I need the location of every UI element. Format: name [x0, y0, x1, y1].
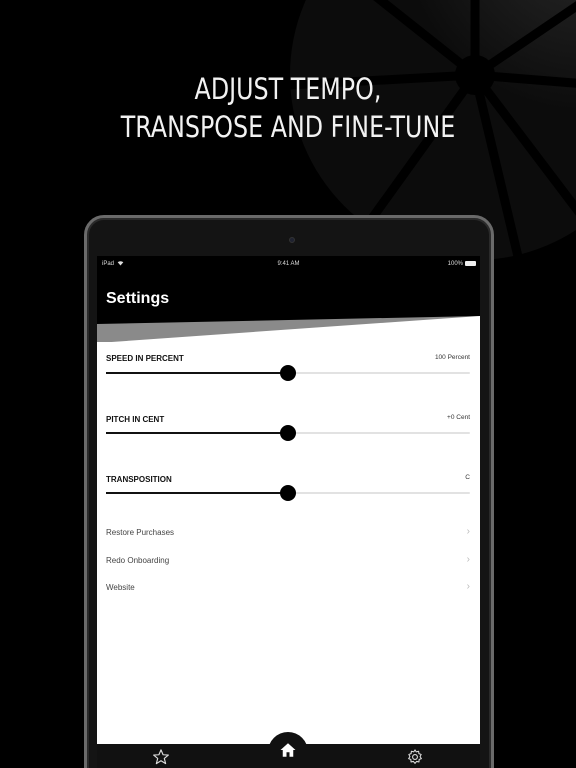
- gear-icon[interactable]: [406, 748, 424, 766]
- pitch-label: PITCH IN CENT: [106, 415, 165, 424]
- speed-label: SPEED IN PERCENT: [106, 354, 184, 363]
- slider-fill: [106, 492, 288, 494]
- headline-line-1: ADJUST TEMPO,: [194, 72, 382, 106]
- menu-item-label: Restore Purchases: [106, 528, 175, 537]
- status-time: 9:41 AM: [277, 261, 300, 267]
- status-battery-percent: 100%: [447, 261, 463, 267]
- menu-item-website[interactable]: Website ›: [97, 578, 480, 598]
- slider-thumb[interactable]: [280, 485, 296, 501]
- menu-item-restore-purchases[interactable]: Restore Purchases ›: [97, 523, 480, 543]
- chevron-right-icon: ›: [466, 554, 470, 565]
- battery-icon: [465, 261, 476, 266]
- slider-thumb[interactable]: [280, 365, 296, 381]
- page-title: Settings: [106, 290, 170, 307]
- transposition-label: TRANSPOSITION: [106, 475, 172, 484]
- headline: ADJUST TEMPO, TRANSPOSE AND FINE-TUNE: [52, 70, 524, 146]
- menu-item-label: Website: [106, 583, 135, 592]
- transposition-slider[interactable]: [106, 485, 470, 501]
- star-icon[interactable]: [152, 748, 170, 766]
- slider-thumb[interactable]: [280, 425, 296, 441]
- transposition-value: C: [465, 474, 470, 481]
- menu-item-label: Redo Onboarding: [106, 556, 170, 565]
- slider-fill: [106, 432, 288, 434]
- speed-value: 100 Percent: [434, 354, 470, 361]
- app-screen: iPad 9:41 AM 100% Settings SPEED IN PERC…: [97, 256, 480, 768]
- menu-item-redo-onboarding[interactable]: Redo Onboarding ›: [97, 551, 480, 571]
- camera-dot: [289, 237, 295, 243]
- tab-bar: [97, 741, 480, 768]
- slider-fill: [106, 372, 288, 374]
- pitch-value: +0 Cent: [447, 414, 470, 421]
- home-icon[interactable]: [279, 741, 297, 759]
- status-bar: iPad 9:41 AM 100%: [97, 256, 480, 272]
- panel-slant: [97, 316, 480, 343]
- headline-line-2: TRANSPOSE AND FINE-TUNE: [120, 110, 456, 144]
- settings-panel: SPEED IN PERCENT 100 Percent PITCH IN CE…: [97, 316, 480, 744]
- chevron-right-icon: ›: [466, 526, 470, 537]
- pitch-slider[interactable]: [106, 425, 470, 441]
- speed-slider[interactable]: [106, 365, 470, 381]
- chevron-right-icon: ›: [466, 581, 470, 592]
